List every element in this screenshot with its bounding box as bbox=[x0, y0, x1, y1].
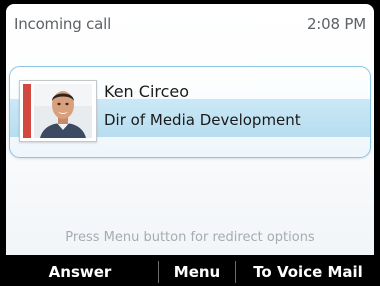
menu-button[interactable]: Menu bbox=[162, 260, 232, 284]
caller-name: Ken Circeo bbox=[104, 82, 190, 101]
call-screen: Incoming call 2:08 PM Ken Circeo Dir of … bbox=[6, 4, 374, 255]
caller-avatar bbox=[34, 84, 92, 138]
softkey-separator bbox=[158, 261, 159, 283]
softkey-bar: Answer Menu To Voice Mail bbox=[0, 255, 380, 286]
clock-time: 2:08 PM bbox=[306, 15, 366, 33]
caller-job-title: Dir of Media Development bbox=[104, 111, 301, 129]
screen-title: Incoming call bbox=[14, 15, 112, 33]
presence-status-bar bbox=[23, 84, 31, 138]
caller-card: Ken Circeo Dir of Media Development bbox=[9, 66, 371, 158]
softkey-separator bbox=[235, 261, 236, 283]
answer-button[interactable]: Answer bbox=[10, 260, 150, 284]
redirect-hint: Press Menu button for redirect options bbox=[65, 230, 315, 245]
caller-photo-frame bbox=[19, 80, 97, 142]
voicemail-button[interactable]: To Voice Mail bbox=[240, 260, 376, 284]
